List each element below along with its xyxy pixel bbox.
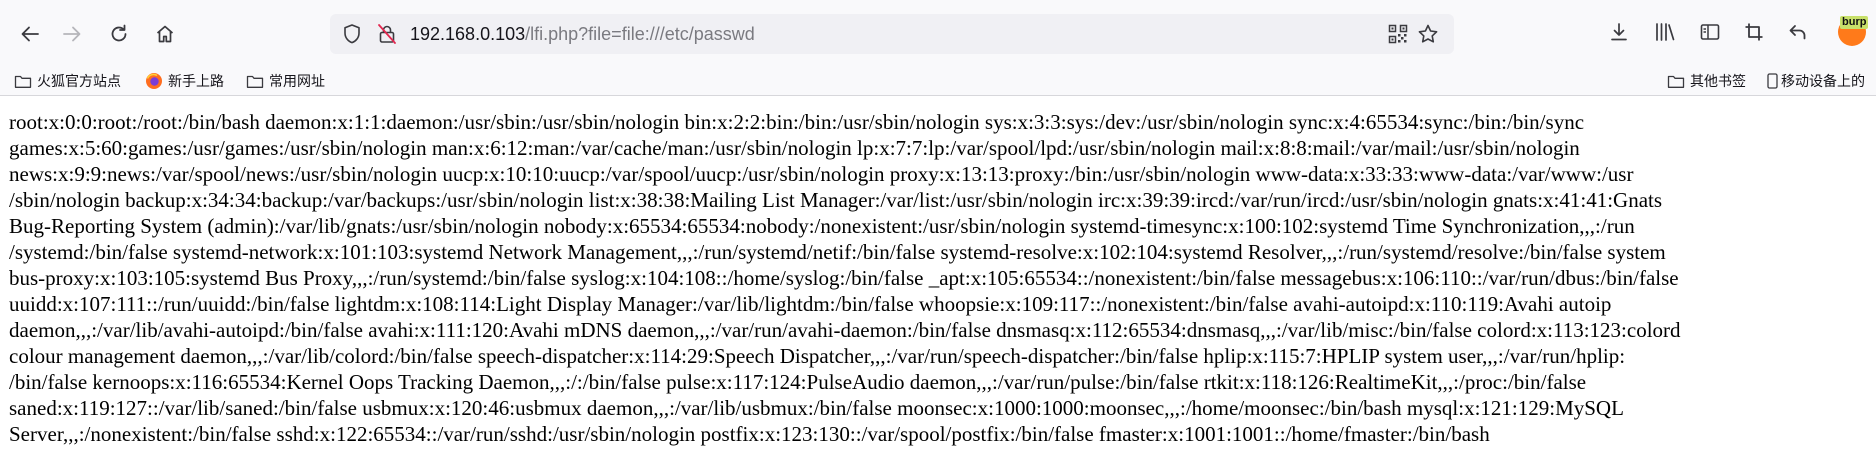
passwd-text-line: saned:x:119:127::/var/lib/saned:/bin/fal… — [9, 396, 1624, 420]
undo-button[interactable] — [1781, 17, 1815, 51]
star-icon[interactable] — [1416, 22, 1440, 46]
sidebar-button[interactable] — [1693, 17, 1727, 51]
qr-code-icon[interactable] — [1386, 22, 1410, 46]
screenshot-button[interactable] — [1737, 17, 1771, 51]
page-content: root:x:0:0:root:/root:/bin/bash daemon:x… — [0, 96, 1876, 447]
shield-icon[interactable] — [340, 22, 364, 46]
library-button[interactable] — [1648, 17, 1682, 51]
bookmark-label: 移动设备上的 — [1781, 73, 1865, 89]
other-bookmarks[interactable]: 其他书签 — [1667, 71, 1746, 91]
folder-icon — [14, 73, 32, 89]
nav-toolbar: 192.168.0.103/lfi.php?file=file:///etc/p… — [0, 0, 1876, 68]
bookmarks-bar: 火狐官方站点 新手上路 常用网址 其他书签 移动设备上的 — [0, 68, 1876, 96]
url-host: 192.168.0.103 — [410, 24, 526, 44]
crop-icon — [1743, 21, 1765, 48]
passwd-text-line: daemon,,,:/var/lib/avahi-autoipd:/bin/fa… — [9, 318, 1681, 342]
browser-window: 192.168.0.103/lfi.php?file=file:///etc/p… — [0, 0, 1876, 449]
download-icon — [1608, 21, 1630, 48]
bookmark-label: 新手上路 — [168, 73, 224, 89]
passwd-text-line: colour management daemon,,,:/var/lib/col… — [9, 344, 1626, 368]
mobile-bookmarks[interactable]: 移动设备上的 — [1766, 71, 1865, 91]
bookmark-item[interactable]: 常用网址 — [246, 71, 325, 91]
folder-icon — [246, 73, 264, 89]
insecure-lock-icon[interactable] — [375, 22, 399, 46]
sidebar-icon — [1699, 21, 1721, 48]
passwd-text-line: games:x:5:60:games:/usr/games:/usr/sbin/… — [9, 136, 1580, 160]
back-button[interactable] — [10, 14, 50, 54]
passwd-text-line: /sbin/nologin backup:x:34:34:backup:/var… — [9, 188, 1663, 212]
undo-icon — [1787, 21, 1809, 48]
url-path: /lfi.php?file=file:///etc/passwd — [525, 24, 755, 44]
passwd-text-line: news:x:9:9:news:/var/spool/news:/usr/sbi… — [9, 162, 1634, 186]
arrow-right-icon — [61, 23, 83, 45]
burp-label: burp — [1840, 16, 1869, 29]
bookmark-item[interactable]: 火狐官方站点 — [14, 71, 121, 91]
url-text[interactable]: 192.168.0.103/lfi.php?file=file:///etc/p… — [410, 23, 755, 45]
reload-icon — [108, 23, 130, 45]
passwd-text-line: uuidd:x:107:111::/run/uuidd:/bin/false l… — [9, 292, 1612, 316]
mobile-icon — [1766, 73, 1778, 89]
passwd-text-line: Bug-Reporting System (admin):/var/lib/gn… — [9, 214, 1635, 238]
forward-button[interactable] — [52, 14, 92, 54]
home-icon — [154, 23, 176, 45]
firefox-icon — [145, 73, 163, 89]
passwd-text-line: /systemd:/bin/false systemd-network:x:10… — [9, 240, 1666, 264]
folder-icon — [1667, 73, 1685, 89]
library-icon — [1653, 21, 1677, 48]
bookmark-label: 常用网址 — [269, 73, 325, 89]
passwd-text-line: Server,,,:/nonexistent:/bin/false sshd:x… — [9, 422, 1490, 446]
arrow-left-icon — [19, 23, 41, 45]
url-bar[interactable]: 192.168.0.103/lfi.php?file=file:///etc/p… — [330, 14, 1454, 54]
passwd-text-line: root:x:0:0:root:/root:/bin/bash daemon:x… — [9, 110, 1585, 134]
bookmark-label: 火狐官方站点 — [37, 73, 121, 89]
home-button[interactable] — [145, 14, 185, 54]
burp-extension-button[interactable]: burp — [1836, 16, 1876, 50]
reload-button[interactable] — [99, 14, 139, 54]
passwd-text-line: bus-proxy:x:103:105:systemd Bus Proxy,,,… — [9, 266, 1679, 290]
downloads-button[interactable] — [1602, 17, 1636, 51]
bookmark-item[interactable]: 新手上路 — [145, 71, 224, 91]
passwd-text-line: /bin/false kernoops:x:116:65534:Kernel O… — [9, 370, 1587, 394]
bookmark-label: 其他书签 — [1690, 73, 1746, 89]
